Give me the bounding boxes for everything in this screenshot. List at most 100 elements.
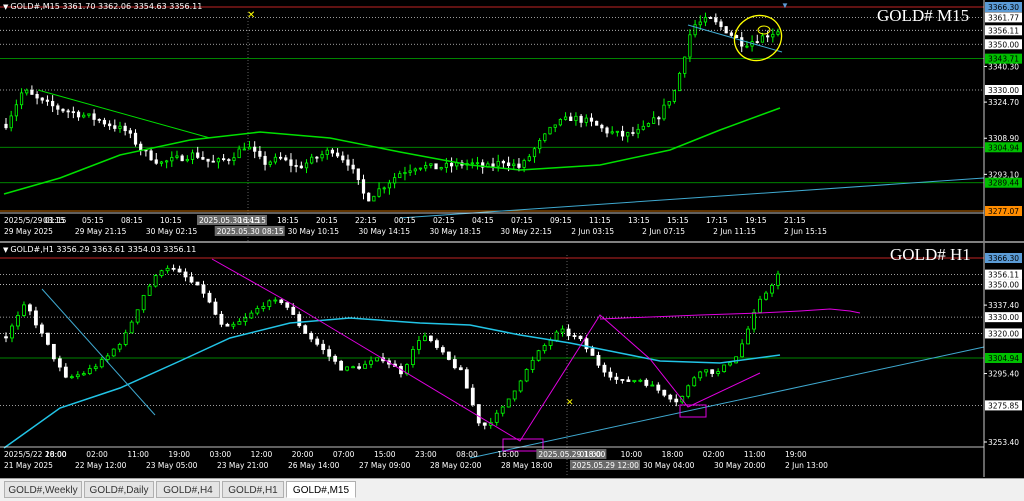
- m15-candle-body: [538, 140, 542, 150]
- tab-gold-h1[interactable]: GOLD#,H1: [222, 481, 284, 498]
- time-label-secondary: 29 May 2025: [4, 227, 53, 236]
- time-label-secondary: 2 Jun 15:15: [784, 227, 827, 236]
- h1-candle-body: [542, 345, 547, 352]
- chart-h1[interactable]: ✕ 3366.30 3356.11 3350.00 3337.40 3330.00 3320…: [0, 243, 1024, 477]
- m15-candle-body: [242, 148, 246, 151]
- time-label: 18:00: [45, 450, 67, 459]
- h1-candle-body: [237, 321, 242, 325]
- time-label-secondary: 21 May 2025: [4, 461, 53, 470]
- h1-candle-body: [16, 315, 20, 327]
- m15-candle-body: [408, 170, 412, 173]
- m15-candle-body: [652, 117, 656, 124]
- tab-gold-h4[interactable]: GOLD#,H4: [156, 481, 220, 498]
- h1-candle-body: [440, 347, 445, 353]
- h1-candle-body: [213, 301, 218, 315]
- h1-candle-body: [285, 302, 290, 308]
- time-label: 15:15: [667, 216, 689, 225]
- m15-candle-body: [190, 152, 195, 160]
- h1-candle-body: [602, 364, 607, 373]
- h1-candle-body: [710, 369, 715, 374]
- m15-candle-body: [222, 158, 226, 161]
- h1-candle-body: [776, 273, 780, 286]
- m15-candle-body: [273, 156, 278, 163]
- m15-candle-body: [294, 165, 298, 167]
- m15-candle-body: [745, 45, 749, 48]
- time-label: 16:15: [238, 216, 260, 225]
- m15-candle-body: [25, 89, 29, 94]
- h1-price-plot[interactable]: ✕ 3366.30 3356.113350.00 3337.40 3330.00 3320…: [0, 243, 1024, 477]
- time-label-secondary: 26 May 14:00: [288, 461, 340, 470]
- h1-candle-body: [692, 377, 697, 387]
- h1-candle-body: [530, 359, 535, 370]
- arrow-marker: ▼: [781, 1, 789, 10]
- m15-candle-body: [253, 146, 257, 152]
- h1-candle-body: [446, 351, 451, 360]
- m15-candle-body: [760, 35, 765, 43]
- h1-candle-body: [476, 404, 481, 424]
- time-label-secondary: 30 May 04:00: [643, 461, 695, 470]
- collapse-triangle-icon[interactable]: ▼: [3, 3, 8, 11]
- collapse-triangle-icon[interactable]: ▼: [3, 246, 8, 254]
- m15-candle-body: [595, 120, 599, 126]
- m15-candle-body: [589, 117, 594, 122]
- h1-candle-body: [746, 328, 750, 345]
- h1-candle-body: [45, 332, 50, 345]
- h1-candle-body: [596, 355, 601, 366]
- h1-candle-body: [10, 325, 14, 339]
- m15-candle-body: [263, 155, 267, 165]
- time-label: 02:00: [703, 450, 725, 459]
- time-label: 17:15: [706, 216, 728, 225]
- time-label-secondary: 30 May 14:15: [359, 227, 411, 236]
- m15-candle-body: [429, 163, 433, 166]
- time-label-secondary: 28 May 18:00: [501, 461, 553, 470]
- m15-candle-body: [413, 168, 417, 172]
- h1-candle-body: [249, 312, 254, 319]
- m15-candle-body: [14, 104, 18, 117]
- h1-candle-body: [734, 356, 739, 364]
- price-label: 3361.77: [988, 13, 1019, 22]
- m15-candle-body: [165, 160, 169, 163]
- h1-candle-body: [518, 380, 523, 392]
- h1-candle-body: [722, 364, 727, 373]
- m15-candle-body: [719, 21, 723, 27]
- h1-candle-body: [165, 267, 170, 272]
- h1-candle-body: [87, 368, 92, 374]
- m15-candle-body: [123, 125, 127, 132]
- time-label: 18:15: [277, 216, 299, 225]
- price-label: 3320.00: [988, 329, 1019, 338]
- m15-candle-body: [367, 192, 371, 202]
- h1-candle-body: [417, 340, 421, 350]
- h1-candle-body: [572, 335, 577, 337]
- h1-candle-body: [93, 366, 98, 369]
- time-label: 05:15: [82, 216, 104, 225]
- time-label: 07:00: [333, 450, 355, 459]
- h1-candle-body: [261, 306, 266, 309]
- m15-candle-body: [56, 105, 60, 110]
- m15-candle-body: [527, 156, 531, 161]
- h1-candle-body: [375, 357, 379, 362]
- m15-candle-body: [641, 125, 645, 130]
- price-label: 3350.00: [988, 40, 1019, 49]
- tab-gold-m15[interactable]: GOLD#,M15: [286, 481, 356, 498]
- time-label: 20:15: [316, 216, 338, 225]
- m15-candle-body: [237, 148, 241, 159]
- m15-candle-body: [517, 163, 521, 168]
- m15-candle-body: [646, 123, 651, 127]
- price-label: 3356.11: [988, 26, 1019, 35]
- h1-candle-body: [758, 298, 762, 313]
- time-label: 13:15: [628, 216, 650, 225]
- h1-candle-body: [369, 360, 373, 365]
- tab-gold-weekly[interactable]: GOLD#,Weekly: [4, 481, 82, 498]
- m15-candle-body: [631, 132, 635, 134]
- chart-m15[interactable]: ✕ ▼ 3366.30 3361.77 3356.11 3350.00 3340.30 334…: [0, 0, 1024, 242]
- m15-candle-body: [341, 155, 345, 161]
- m15-price-plot[interactable]: ✕ ▼ 3366.303361.77 3356.11 3350.00 3340.30334…: [0, 0, 1024, 242]
- h1-candle-body: [267, 300, 272, 307]
- tab-gold-daily[interactable]: GOLD#,Daily: [84, 481, 154, 498]
- time-label-secondary: 2 Jun 03:15: [571, 227, 614, 236]
- m15-candle-body: [771, 33, 775, 38]
- m15-candle-body: [444, 162, 449, 168]
- m15-candle-body: [19, 92, 24, 106]
- price-label: 3277.07: [988, 207, 1019, 216]
- h1-candle-body: [434, 340, 439, 348]
